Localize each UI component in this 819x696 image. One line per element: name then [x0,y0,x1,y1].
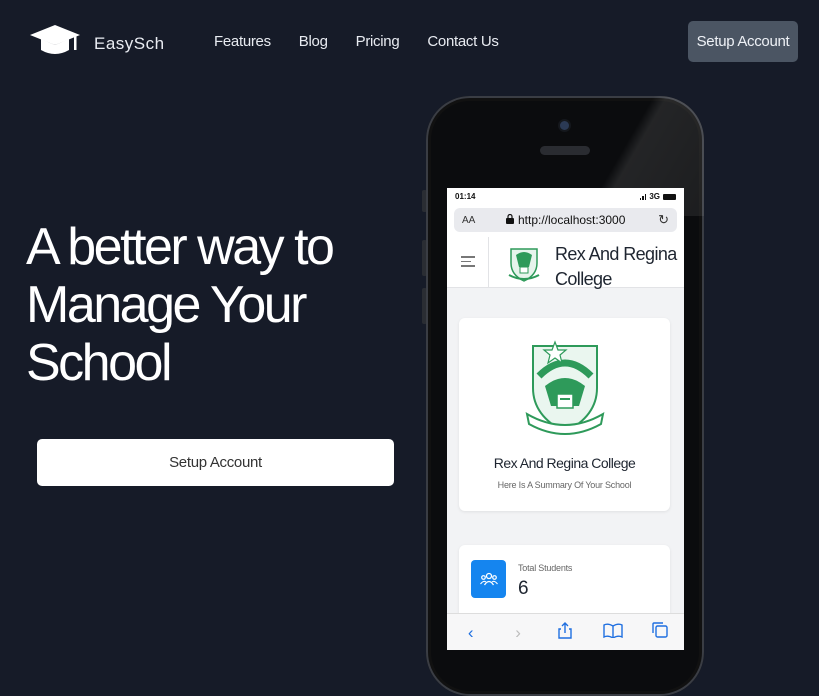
hero-line: School [26,334,173,392]
phone-speaker [540,146,590,155]
share-icon[interactable] [550,621,580,644]
students-group-icon [471,560,506,598]
status-time: 01:14 [455,192,476,201]
tabs-icon[interactable] [645,622,675,643]
phone-camera [560,121,569,130]
nav-link-pricing[interactable]: Pricing [356,33,400,50]
menu-icon[interactable] [461,256,475,270]
network-label: 3G [649,192,660,201]
browser-toolbar: ‹ › [447,613,684,650]
header-college-name: Rex And Regina College [555,244,677,289]
stat-value: 6 [518,578,529,599]
reader-options-button[interactable]: AA [462,215,506,226]
summary-subtitle: Here Is A Summary Of Your School [497,480,632,490]
hero-heading: A better way to Manage Your School [26,218,386,392]
reload-icon[interactable]: ↻ [658,212,669,228]
summary-title: Rex And Regina College [493,455,636,471]
phone-screen: 01:14 3G AA http://localhost:3000 ↻ Rex … [447,188,684,650]
battery-icon [663,193,676,200]
stat-label: Total Students [518,563,573,573]
nav-setup-account-button[interactable]: Setup Account [688,21,798,62]
college-crest-icon [525,336,605,445]
brand-name: EasySch [94,33,165,53]
college-crest-icon [507,245,541,288]
back-icon[interactable]: ‹ [456,623,486,643]
browser-address-bar[interactable]: AA http://localhost:3000 ↻ [454,208,677,232]
graduation-cap-icon [30,24,80,63]
nav-link-blog[interactable]: Blog [299,33,328,50]
school-summary-card: Rex And Regina College Here Is A Summary… [459,318,670,511]
top-navbar: EasySch Features Blog Pricing Contact Us… [0,0,819,84]
forward-icon[interactable]: › [503,623,533,643]
nav-link-features[interactable]: Features [214,33,271,50]
hero-setup-account-button[interactable]: Setup Account [37,439,394,486]
nav-links: Features Blog Pricing Contact Us [214,33,499,50]
brand-logo[interactable]: EasySch [30,24,165,63]
hero-line: A better way to [26,218,335,276]
hero-line: Manage Your [26,276,308,334]
app-header: Rex And Regina College [447,237,684,289]
lock-icon [506,213,514,226]
signal-icon [639,193,647,200]
url-text: http://localhost:3000 [518,213,626,227]
status-bar: 01:14 3G [447,188,684,205]
nav-link-contact[interactable]: Contact Us [427,33,499,50]
bookmarks-icon[interactable] [598,623,628,643]
